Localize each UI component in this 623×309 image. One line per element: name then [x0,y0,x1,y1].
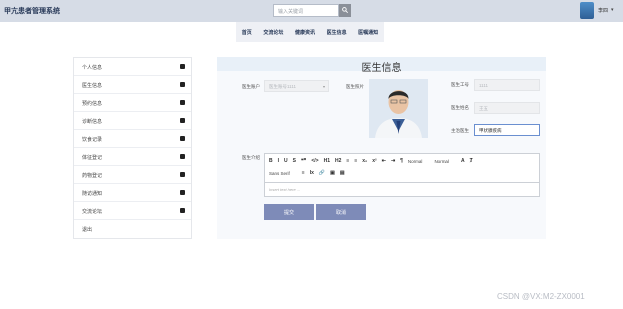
bag-icon [180,82,185,87]
sidebar-item-logout[interactable]: 退出 [74,220,191,238]
image-icon[interactable]: ▣ [330,170,335,176]
page-title: 医生信息 [361,63,402,74]
sidebar-item-label: 交流论坛 [82,209,103,215]
top-header: 甲亢患者管理系统 输入关键词 李四 ▾ [0,0,623,22]
bag-icon [180,172,185,177]
sidebar-item-medication[interactable]: 药物登记 [74,166,191,184]
editor-toolbar-row-1: B I U S ❝❞ </> H1 H2 ≡ ≡ x₂ x² ⇤ ⇥ ¶ Nor… [269,156,478,166]
underline-button[interactable]: U [284,158,288,164]
sidebar-item-diagnosis[interactable]: 诊断信息 [74,112,191,130]
nav-item-notices[interactable]: 医嘱通知 [358,29,378,36]
sidebar-item-vitals[interactable]: 体征登记 [74,148,191,166]
quote-button[interactable]: ❝❞ [301,158,306,164]
font-select[interactable]: Sans Serif [269,171,290,176]
sidebar-item-label: 预约信息 [82,101,103,107]
align-button[interactable]: ≡ [302,170,305,176]
size-select[interactable]: Normal [434,159,449,164]
bag-icon [180,64,185,69]
search-icon [342,7,348,13]
app-title: 甲亢患者管理系统 [4,8,60,15]
bold-button[interactable]: B [269,158,273,164]
specialty-label: 主治医生 [451,128,469,133]
bag-icon [180,136,185,141]
sidebar-item-label: 医生信息 [82,83,103,89]
sidebar-item-appointments[interactable]: 预约信息 [74,94,191,112]
sidebar-item-followup[interactable]: 随访通知 [74,184,191,202]
link-icon[interactable]: 🔗 [319,170,325,176]
rich-text-editor[interactable]: B I U S ❝❞ </> H1 H2 ≡ ≡ x₂ x² ⇤ ⇥ ¶ Nor… [264,153,540,197]
doctor-id-label: 医生工号 [451,82,469,87]
watermark: CSDN @VX:M2-ZX0001 [497,292,585,301]
editor-content[interactable]: Insert text here ... [265,182,539,196]
doctor-portrait-image [369,79,428,138]
sidebar-item-forum[interactable]: 交流论坛 [74,202,191,220]
chevron-down-icon: ▾ [322,84,325,89]
doctor-account-label: 医生账户 [242,84,260,89]
editor-toolbar-row-2: Sans Serif ≡ Ix 🔗 ▣ ▤ [269,168,350,178]
main-nav: 首页 交流论坛 健康资讯 医生信息 医嘱通知 [236,22,384,42]
ordered-list-button[interactable]: ≡ [346,158,349,164]
sidebar-item-profile[interactable]: 个人信息 [74,58,191,76]
code-button[interactable]: </> [311,158,318,164]
sidebar-item-label: 个人信息 [82,65,103,71]
doctor-account-value: 医生账号1111 [269,84,297,89]
bag-icon [180,118,185,123]
doctor-photo [369,79,428,138]
indent-button[interactable]: ⇥ [391,158,395,164]
direction-button[interactable]: ¶ [400,158,403,164]
avatar[interactable] [580,2,594,19]
username[interactable]: 李四 [598,7,608,14]
sidebar-item-label: 饮食记录 [82,137,103,143]
cancel-button[interactable]: 取消 [316,204,366,220]
sidebar-item-label: 药物登记 [82,173,103,179]
nav-item-doctor-info[interactable]: 医生信息 [327,29,347,36]
superscript-button[interactable]: x² [372,158,376,164]
bullet-list-button[interactable]: ≡ [354,158,357,164]
subscript-button[interactable]: x₂ [362,158,367,164]
doctor-info-panel: 医生信息 医生账户 医生账号1111 ▾ 医生照片 医生工号 1111 医生姓名… [217,57,546,239]
italic-button[interactable]: I [278,158,279,164]
sidebar-item-label: 体征登记 [82,155,103,161]
doctor-name-label: 医生姓名 [451,105,469,110]
bag-icon [180,100,185,105]
bag-icon [180,154,185,159]
nav-item-home[interactable]: 首页 [242,29,252,36]
strike-button[interactable]: S [293,158,296,164]
doctor-account-select[interactable]: 医生账号1111 ▾ [264,80,329,92]
h1-button[interactable]: H1 [324,158,330,164]
nav-item-forum[interactable]: 交流论坛 [263,29,283,36]
search-button[interactable] [339,4,351,17]
sidebar: 个人信息 医生信息 预约信息 诊断信息 饮食记录 体征登记 药物登记 随访通知 … [73,57,192,239]
text-color-button[interactable]: A [461,158,465,164]
doctor-photo-label: 医生照片 [346,84,364,89]
bag-icon [180,208,185,213]
search-input[interactable]: 输入关键词 [273,4,339,17]
sidebar-item-label: 退出 [82,227,93,233]
doctor-name-field[interactable]: 王五 [474,102,540,114]
h2-button[interactable]: H2 [335,158,341,164]
sidebar-item-doctor-info[interactable]: 医生信息 [74,76,191,94]
clear-format-button[interactable]: Ⱦ [470,158,473,164]
heading-select[interactable]: Normal [408,159,423,164]
outdent-button[interactable]: ⇤ [382,158,386,164]
bag-icon [180,190,185,195]
doctor-id-field[interactable]: 1111 [474,79,540,91]
intro-label: 医生介绍 [242,155,260,160]
clean-button[interactable]: Ix [310,170,314,176]
sidebar-item-label: 诊断信息 [82,119,103,125]
sidebar-item-label: 随访通知 [82,191,103,197]
specialty-field[interactable]: 甲状腺疾病 [474,124,540,136]
sidebar-item-diet[interactable]: 饮食记录 [74,130,191,148]
nav-item-health-news[interactable]: 健康资讯 [295,29,315,36]
video-icon[interactable]: ▤ [340,170,345,176]
submit-button[interactable]: 提交 [264,204,314,220]
chevron-down-icon[interactable]: ▾ [611,7,614,13]
